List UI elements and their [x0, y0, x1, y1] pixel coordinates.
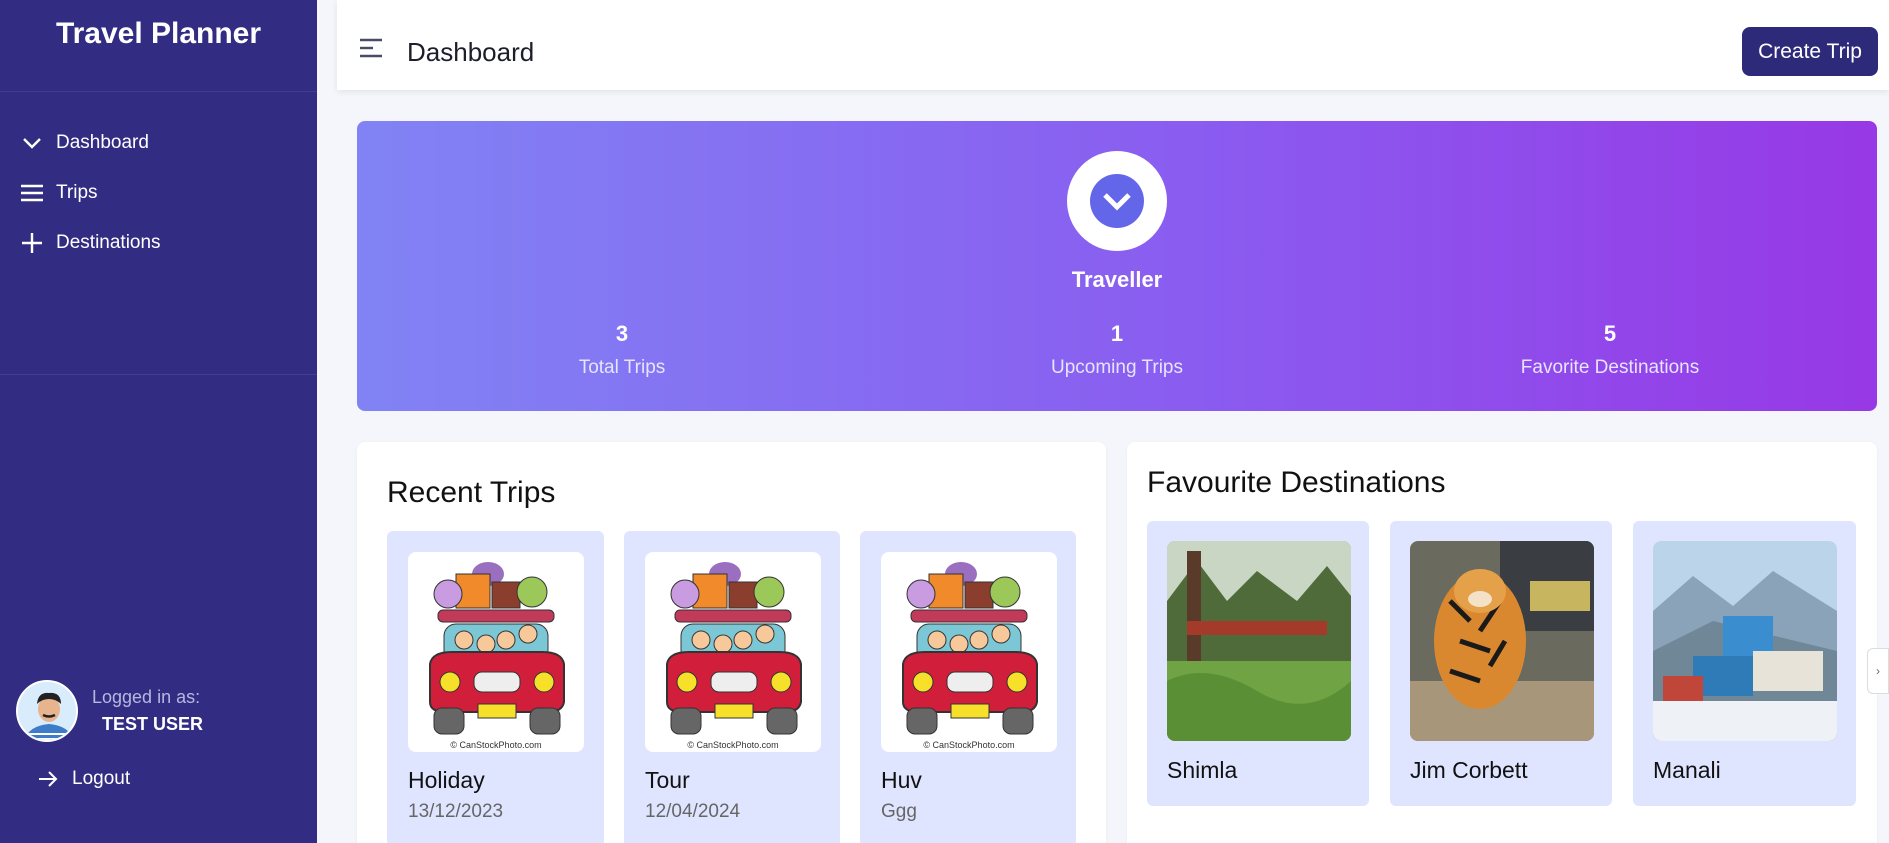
stat-label: Upcoming Trips: [1051, 357, 1183, 378]
sidebar-item-label: Dashboard: [56, 132, 149, 153]
chevron-down-icon: [1103, 193, 1131, 211]
trip-image: © CanStockPhoto.com: [645, 552, 821, 752]
trip-title: Huv: [881, 767, 922, 793]
sidebar-item-destinations[interactable]: Destinations: [0, 218, 317, 268]
destination-image: [1410, 541, 1594, 741]
stat-value: 1: [1110, 321, 1124, 346]
favourite-destinations-panel: Favourite Destinations Shimla Jim Corbet…: [1127, 442, 1877, 843]
trip-image: © CanStockPhoto.com: [881, 552, 1057, 752]
stat-upcoming-trips: 1 Upcoming Trips: [967, 321, 1267, 379]
profile-summary: Traveller 3 Total Trips 1 Upcoming Trips…: [357, 121, 1877, 411]
image-caption: © CanStockPhoto.com: [923, 740, 1015, 750]
trip-date: 12/04/2024: [645, 801, 741, 822]
logout-label: Logout: [72, 768, 131, 789]
sidebar-nav: Dashboard Trips Destinations: [0, 92, 317, 375]
stat-label: Favorite Destinations: [1520, 357, 1700, 378]
sidebar-item-label: Trips: [56, 182, 98, 203]
destination-name: Jim Corbett: [1410, 757, 1528, 783]
stat-total-trips: 3 Total Trips: [472, 321, 772, 379]
favourite-destinations-title: Favourite Destinations: [1147, 466, 1446, 499]
scroll-handle[interactable]: ›: [1867, 648, 1889, 694]
recent-trips-title: Recent Trips: [387, 476, 556, 509]
trip-title: Tour: [645, 767, 690, 793]
image-caption: © CanStockPhoto.com: [450, 740, 542, 750]
trip-date: 13/12/2023: [408, 801, 504, 822]
sidebar-item-trips[interactable]: Trips: [0, 168, 317, 218]
profile-name: Traveller: [1071, 267, 1163, 292]
stat-value: 3: [615, 321, 629, 346]
logout-button[interactable]: Logout: [38, 768, 130, 790]
stat-favorite-destinations: 5 Favorite Destinations: [1460, 321, 1760, 379]
chevron-right-icon: ›: [1876, 664, 1880, 678]
trip-date: Ggg: [881, 801, 917, 822]
destination-image: [1167, 541, 1351, 741]
create-trip-button[interactable]: Create Trip: [1742, 27, 1878, 76]
sidebar: Travel Planner Dashboard Trips Destinati…: [0, 0, 317, 843]
destination-card[interactable]: Manali: [1633, 521, 1856, 806]
topbar: Dashboard Create Trip: [337, 0, 1889, 90]
avatar: [16, 680, 78, 742]
menu-toggle-icon[interactable]: [359, 38, 383, 63]
plus-icon: [20, 231, 44, 255]
stat-value: 5: [1603, 321, 1617, 346]
sidebar-item-label: Destinations: [56, 232, 161, 253]
recent-trips-panel: Recent Trips © CanStockPhoto.com Holiday…: [357, 442, 1106, 843]
trip-title: Holiday: [408, 767, 485, 793]
destination-card[interactable]: Shimla: [1147, 521, 1369, 806]
list-icon: [20, 181, 44, 205]
sidebar-item-dashboard[interactable]: Dashboard: [0, 118, 317, 168]
stat-label: Total Trips: [578, 357, 666, 378]
destination-name: Shimla: [1167, 757, 1238, 783]
trip-card[interactable]: © CanStockPhoto.com Huv Ggg: [860, 531, 1076, 843]
chevron-down-icon: [20, 131, 44, 155]
image-caption: © CanStockPhoto.com: [687, 740, 779, 750]
page-title: Dashboard: [407, 37, 535, 67]
logged-in-label: Logged in as:: [92, 687, 201, 707]
trip-image: © CanStockPhoto.com: [408, 552, 584, 752]
arrow-right-icon: [39, 771, 58, 787]
user-name: TEST USER: [102, 714, 204, 734]
user-info: Logged in as: TEST USER: [16, 680, 203, 742]
trip-card[interactable]: © CanStockPhoto.com Tour 12/04/2024: [624, 531, 840, 843]
destination-card[interactable]: Jim Corbett: [1390, 521, 1612, 806]
destination-name: Manali: [1653, 757, 1721, 783]
destination-image: [1653, 541, 1837, 741]
profile-avatar: [1067, 151, 1167, 251]
brand-title: Travel Planner: [0, 0, 317, 92]
trip-card[interactable]: © CanStockPhoto.com Holiday 13/12/2023: [387, 531, 604, 843]
